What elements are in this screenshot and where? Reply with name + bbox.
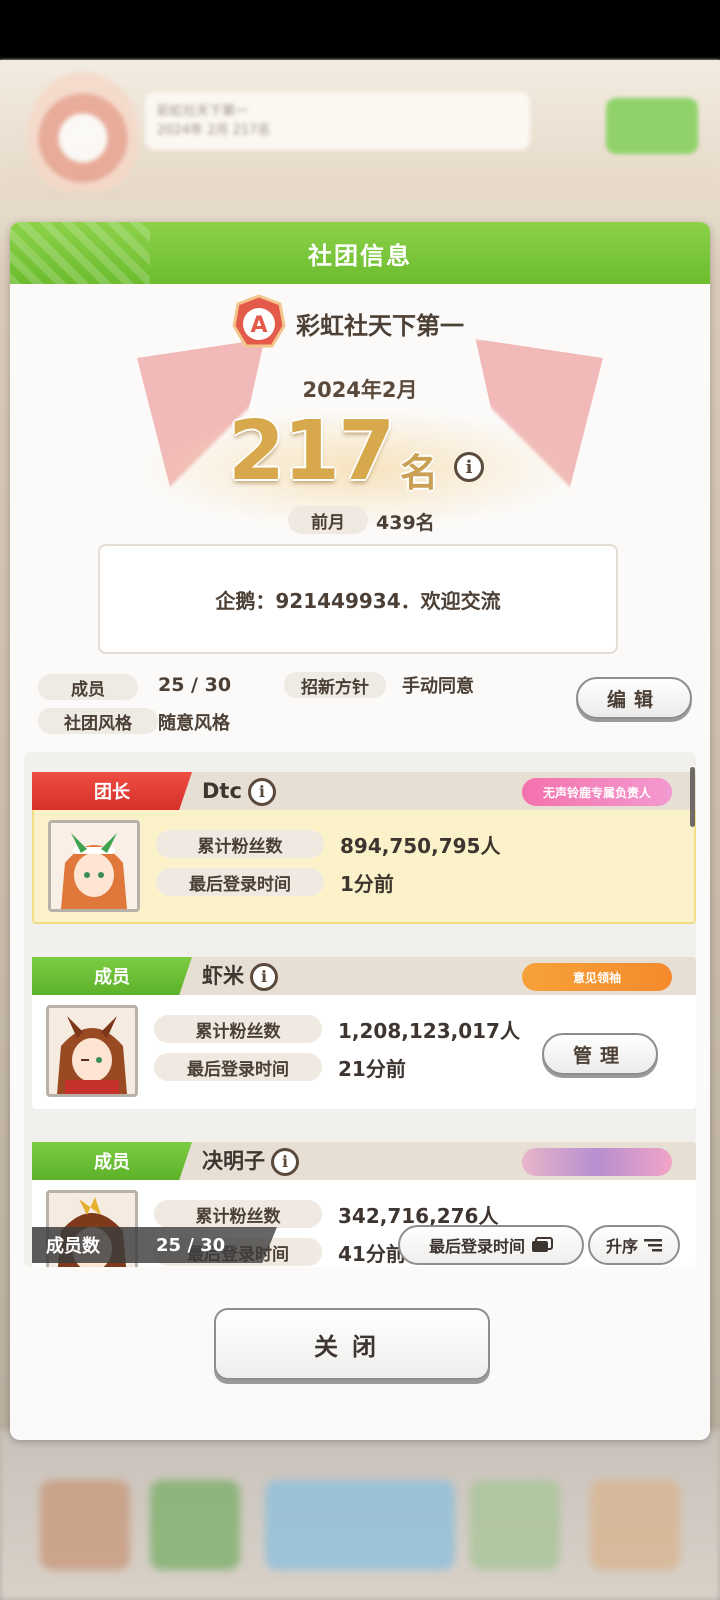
last-login-label: 最后登录时间 <box>156 868 324 896</box>
member-name: Dtc <box>202 779 242 803</box>
role-tag-member: 成员 <box>32 1142 192 1180</box>
last-login-value: 1分前 <box>340 872 394 896</box>
background-menu-tile <box>470 1480 560 1570</box>
member-name: 虾米 <box>202 964 244 988</box>
member-list[interactable]: 团长 Dtc i 无声铃鹿专属负责人 累计粉丝数 894,750,795人 最后… <box>24 752 696 1267</box>
svg-text:+: + <box>268 304 280 320</box>
rank-number: 217 <box>228 404 395 499</box>
previous-month-label: 前月 <box>288 506 368 534</box>
sort-field-button[interactable]: 最后登录时间 <box>398 1225 584 1265</box>
edit-button[interactable]: 编辑 <box>576 677 692 719</box>
background-club-emblem <box>28 72 138 192</box>
member-name-row: Dtc i <box>202 776 276 806</box>
last-login-label: 最后登录时间 <box>154 1053 322 1081</box>
member-count-label: 成员数 <box>46 1236 100 1257</box>
fans-label: 累计粉丝数 <box>154 1200 322 1228</box>
background-green-button <box>606 98 698 154</box>
svg-text:A: A <box>250 313 267 338</box>
club-description: 企鹅：921449934．欢迎交流 <box>98 544 618 654</box>
sort-order-button[interactable]: 升序 <box>588 1225 680 1265</box>
member-avatar[interactable] <box>46 1005 138 1097</box>
fans-value: 1,208,123,017人 <box>338 1019 520 1043</box>
member-count-value: 25 / 30 <box>156 1234 226 1256</box>
background-menu-tile <box>265 1480 455 1570</box>
role-tag-member: 成员 <box>32 957 192 995</box>
rank-unit: 名 <box>400 451 439 495</box>
member-avatar[interactable] <box>48 820 140 912</box>
sort-order-label: 升序 <box>605 1237 638 1256</box>
background-menu-tile <box>590 1480 680 1570</box>
member-card-body: 累计粉丝数 1,208,123,017人 最后登录时间 21分前 管理 <box>32 995 696 1109</box>
club-name: 彩虹社天下第一 <box>296 312 464 340</box>
member-info-icon[interactable]: i <box>271 1148 299 1176</box>
fans-label: 累计粉丝数 <box>156 830 324 858</box>
members-value: 25 / 30 <box>158 674 232 696</box>
club-info-dialog: 社团信息 A + 彩虹社天下第一 2024年2月 217 名 i 前月 439名… <box>10 222 710 1440</box>
club-rank-emblem-icon: A + <box>232 294 286 348</box>
member-card-header: 成员 决明子 i <box>32 1142 696 1180</box>
last-login-value: 21分前 <box>338 1057 406 1081</box>
member-title-badge: 无声铃鹿专属负责人 <box>522 778 672 806</box>
background-club-name: 彩虹社天下第一 <box>157 104 249 119</box>
member-name: 决明子 <box>202 1149 265 1173</box>
member-list-scrollbar[interactable] <box>690 767 695 827</box>
recruit-policy-value: 手动同意 <box>402 676 474 697</box>
member-title-badge: 意见领袖 <box>522 963 672 991</box>
member-card-leader[interactable]: 团长 Dtc i 无声铃鹿专属负责人 累计粉丝数 894,750,795人 最后… <box>32 772 696 924</box>
member-name-row: 决明子 i <box>202 1146 299 1176</box>
member-info-icon[interactable]: i <box>247 778 276 806</box>
members-label: 成员 <box>38 674 138 700</box>
sort-order-icon <box>644 1239 662 1252</box>
previous-month-rank: 439名 <box>376 512 435 534</box>
sort-field-icon <box>532 1237 553 1252</box>
close-button[interactable]: 关闭 <box>214 1308 490 1380</box>
member-count-bar: 成员数 25 / 30 <box>32 1227 277 1263</box>
dialog-title: 社团信息 <box>308 241 412 270</box>
member-card-body: 累计粉丝数 894,750,795人 最后登录时间 1分前 <box>32 810 696 924</box>
background-menu-tile <box>150 1480 240 1570</box>
member-card-header: 成员 虾米 i 意见领袖 <box>32 957 696 995</box>
dialog-header: 社团信息 <box>10 222 710 284</box>
background-club-sub: 2024年 2月 217名 <box>157 123 271 138</box>
member-info-icon[interactable]: i <box>250 963 278 991</box>
fans-label: 累计粉丝数 <box>154 1015 322 1043</box>
last-login-value: 41分前 <box>338 1242 406 1266</box>
rank-date: 2024年2月 <box>302 378 418 402</box>
role-tag-leader: 团长 <box>32 772 192 810</box>
member-card-header: 团长 Dtc i 无声铃鹿专属负责人 <box>32 772 696 810</box>
club-style-label: 社团风格 <box>38 708 158 734</box>
rank-info-icon[interactable]: i <box>454 452 484 482</box>
background-club-namebox: 彩虹社天下第一 2024年 2月 217名 <box>145 92 530 150</box>
sort-field-label: 最后登录时间 <box>428 1237 525 1256</box>
member-name-row: 虾米 i <box>202 961 278 991</box>
member-event-banner <box>522 1148 672 1176</box>
fans-value: 894,750,795人 <box>340 834 501 858</box>
club-style-value: 随意风格 <box>158 713 230 734</box>
background-menu-tile <box>40 1480 130 1570</box>
status-bar <box>0 0 720 60</box>
member-card[interactable]: 成员 虾米 i 意见领袖 累计粉丝数 1,208,123,017人 最后登录时间… <box>32 957 696 1109</box>
manage-button[interactable]: 管理 <box>542 1033 658 1075</box>
recruit-policy-label: 招新方针 <box>284 672 386 698</box>
